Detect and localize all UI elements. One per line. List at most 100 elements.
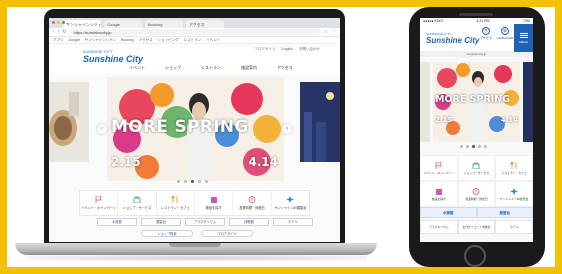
quick-item-label: イベント・キャンペーン	[81, 206, 117, 210]
building-icon	[435, 188, 442, 195]
nav-item[interactable]: レストラン	[201, 65, 221, 71]
quick-item-observatory[interactable]: サンシャイン60展望台	[272, 191, 309, 215]
phone-home-button[interactable]	[464, 245, 486, 267]
bookmark-item[interactable]: ショッピング	[158, 38, 179, 43]
reload-icon[interactable]: ↻	[62, 29, 66, 35]
menu-button[interactable]: MENU	[514, 24, 533, 52]
pager-dot[interactable]	[184, 180, 187, 183]
grid-item-restaurants[interactable]: レストラン・カフェ	[495, 155, 533, 181]
language-button[interactable]: ⊕ LANGUAGE	[497, 27, 513, 47]
pager-dot[interactable]	[484, 145, 487, 148]
building-icon	[210, 197, 217, 203]
quick-item-label: レストラン・カフェ	[160, 206, 190, 210]
phone-logo[interactable]: SUNSHINE CITY Sunshine City	[426, 32, 479, 45]
hero-slide[interactable]: MORE SPRING 2.15 4.14	[107, 77, 284, 181]
pill-button[interactable]: フロアガイド	[201, 230, 253, 237]
nav-item[interactable]: ショップ	[165, 65, 181, 71]
grid-item-observatory[interactable]: サンシャイン60展望台	[495, 181, 533, 207]
link-button[interactable]: 水族館	[97, 218, 137, 226]
pager-dot[interactable]	[460, 145, 463, 148]
info-icon	[248, 196, 256, 203]
quick-item-label: ショップ・サービス	[122, 206, 152, 210]
access-button[interactable]: ⦿ アクセス	[478, 27, 494, 47]
address-bar: ‹ › ↻ https://sunshinecity.jp ☆ ⋮	[49, 28, 340, 37]
star-icon[interactable]: ☆	[324, 29, 328, 35]
pager-dot-active[interactable]	[191, 180, 194, 183]
quick-item-label: 施設を探す	[205, 206, 222, 210]
link-button[interactable]: 展望台	[141, 218, 181, 226]
laptop-shadow	[27, 255, 367, 261]
window-controls[interactable]	[52, 21, 65, 24]
pager-dot[interactable]	[466, 145, 469, 148]
pager-dot[interactable]	[478, 145, 481, 148]
forward-icon[interactable]: ›	[58, 29, 60, 35]
observatory-button[interactable]: 展望台	[476, 207, 533, 218]
back-icon[interactable]: ‹	[53, 29, 55, 35]
museum-button[interactable]: 古代オリエント博物館	[457, 220, 496, 234]
flag-icon	[95, 196, 102, 203]
pager-dot-active[interactable]	[472, 145, 475, 148]
hero-headline: MORE SPRING	[111, 117, 249, 137]
carousel-prev-button[interactable]: ‹	[97, 124, 107, 134]
bookmark-item[interactable]: Booking	[121, 38, 134, 42]
link-button[interactable]: ホテル	[273, 218, 313, 226]
quick-item-restaurants[interactable]: レストラン・カフェ	[157, 191, 195, 215]
next-slide-preview[interactable]	[300, 82, 340, 162]
grid-item-events[interactable]: イベント・キャンペーン	[420, 155, 458, 181]
nav-item[interactable]: 施設案内	[241, 65, 257, 71]
link-button[interactable]: プラネタリウム	[185, 218, 225, 226]
site-logo[interactable]: SUNSHINE CITY Sunshine City	[83, 50, 143, 64]
bookmark-item[interactable]: サンシャインシティ	[85, 38, 116, 43]
carousel-pager	[177, 180, 208, 183]
nav-item[interactable]: アクセス	[277, 65, 293, 71]
browser-tab[interactable]: アクセス	[186, 20, 224, 28]
prev-slide-preview[interactable]	[49, 82, 89, 162]
grid-item-facilities[interactable]: 施設を探す	[420, 181, 458, 207]
grid-item-label: ショップ・サービス	[463, 170, 490, 175]
browser-tab[interactable]: サンシャインシティ	[63, 20, 101, 28]
util-link[interactable]: お問い合わせ	[299, 47, 320, 52]
quick-item-facilities[interactable]: 施設を探す	[195, 191, 234, 215]
grid-item-hours[interactable]: 営業時間・休館日	[457, 181, 496, 207]
aquarium-button[interactable]: 水族館	[420, 207, 477, 218]
planetarium-button[interactable]: プラネタリウム	[420, 220, 458, 234]
bookmark-item[interactable]: アプリ	[53, 38, 64, 43]
link-button[interactable]: 博物館	[229, 218, 269, 226]
logo-wordmark: Sunshine City	[426, 36, 480, 45]
phone-prev-slide[interactable]	[420, 62, 430, 142]
grid-item-shops[interactable]: ショップ・サービス	[457, 155, 496, 181]
bookmark-item[interactable]: アクセス	[139, 38, 153, 43]
utility-nav: フロアガイド English お問い合わせ	[255, 47, 320, 52]
quick-item-shops[interactable]: ショップ・サービス	[118, 191, 157, 215]
language-label: LANGUAGE	[496, 36, 514, 40]
globe-icon: ⊕	[501, 27, 509, 35]
browser-tab[interactable]: Google	[104, 20, 142, 28]
pill-button[interactable]: ショップ検索	[141, 230, 193, 237]
util-link[interactable]: English	[282, 47, 293, 52]
phone-url-bar[interactable]: sunshinecity.jp	[420, 52, 533, 57]
bookmark-item[interactable]: Google	[69, 38, 80, 42]
quick-item-hours[interactable]: 営業時間・休館日	[233, 191, 272, 215]
close-window-icon[interactable]	[52, 21, 55, 24]
browser-tab[interactable]: Booking	[145, 20, 183, 28]
nav-item[interactable]: イベント	[129, 65, 145, 71]
phone-hero-date-end: 4.14	[500, 116, 518, 124]
hero-carousel: MORE SPRING 2.15 4.14 ‹ ›	[49, 74, 340, 186]
phone-next-slide[interactable]	[523, 62, 533, 142]
pager-dot[interactable]	[177, 180, 180, 183]
util-link[interactable]: フロアガイド	[255, 47, 276, 52]
quick-item-events[interactable]: イベント・キャンペーン	[80, 191, 119, 215]
bookmark-item[interactable]: イベント	[206, 38, 220, 43]
maximize-window-icon[interactable]	[62, 21, 65, 24]
hotel-button[interactable]: ホテル	[495, 220, 533, 234]
bookmark-item[interactable]: レストラン	[184, 38, 202, 43]
link-button-row: 水族館 展望台 プラネタリウム 博物館 ホテル	[97, 218, 313, 226]
carousel-next-button[interactable]: ›	[282, 124, 292, 134]
minimize-window-icon[interactable]	[57, 21, 60, 24]
browser-menu-icon[interactable]: ⋮	[331, 29, 336, 35]
quick-item-label: サンシャイン60展望台	[274, 206, 307, 210]
pager-dot[interactable]	[205, 180, 208, 183]
phone-hero-slide[interactable]: MORE SPRING 2.15 4.14	[433, 62, 520, 142]
pager-dot[interactable]	[198, 180, 201, 183]
url-field[interactable]: https://sunshinecity.jp	[69, 29, 321, 35]
